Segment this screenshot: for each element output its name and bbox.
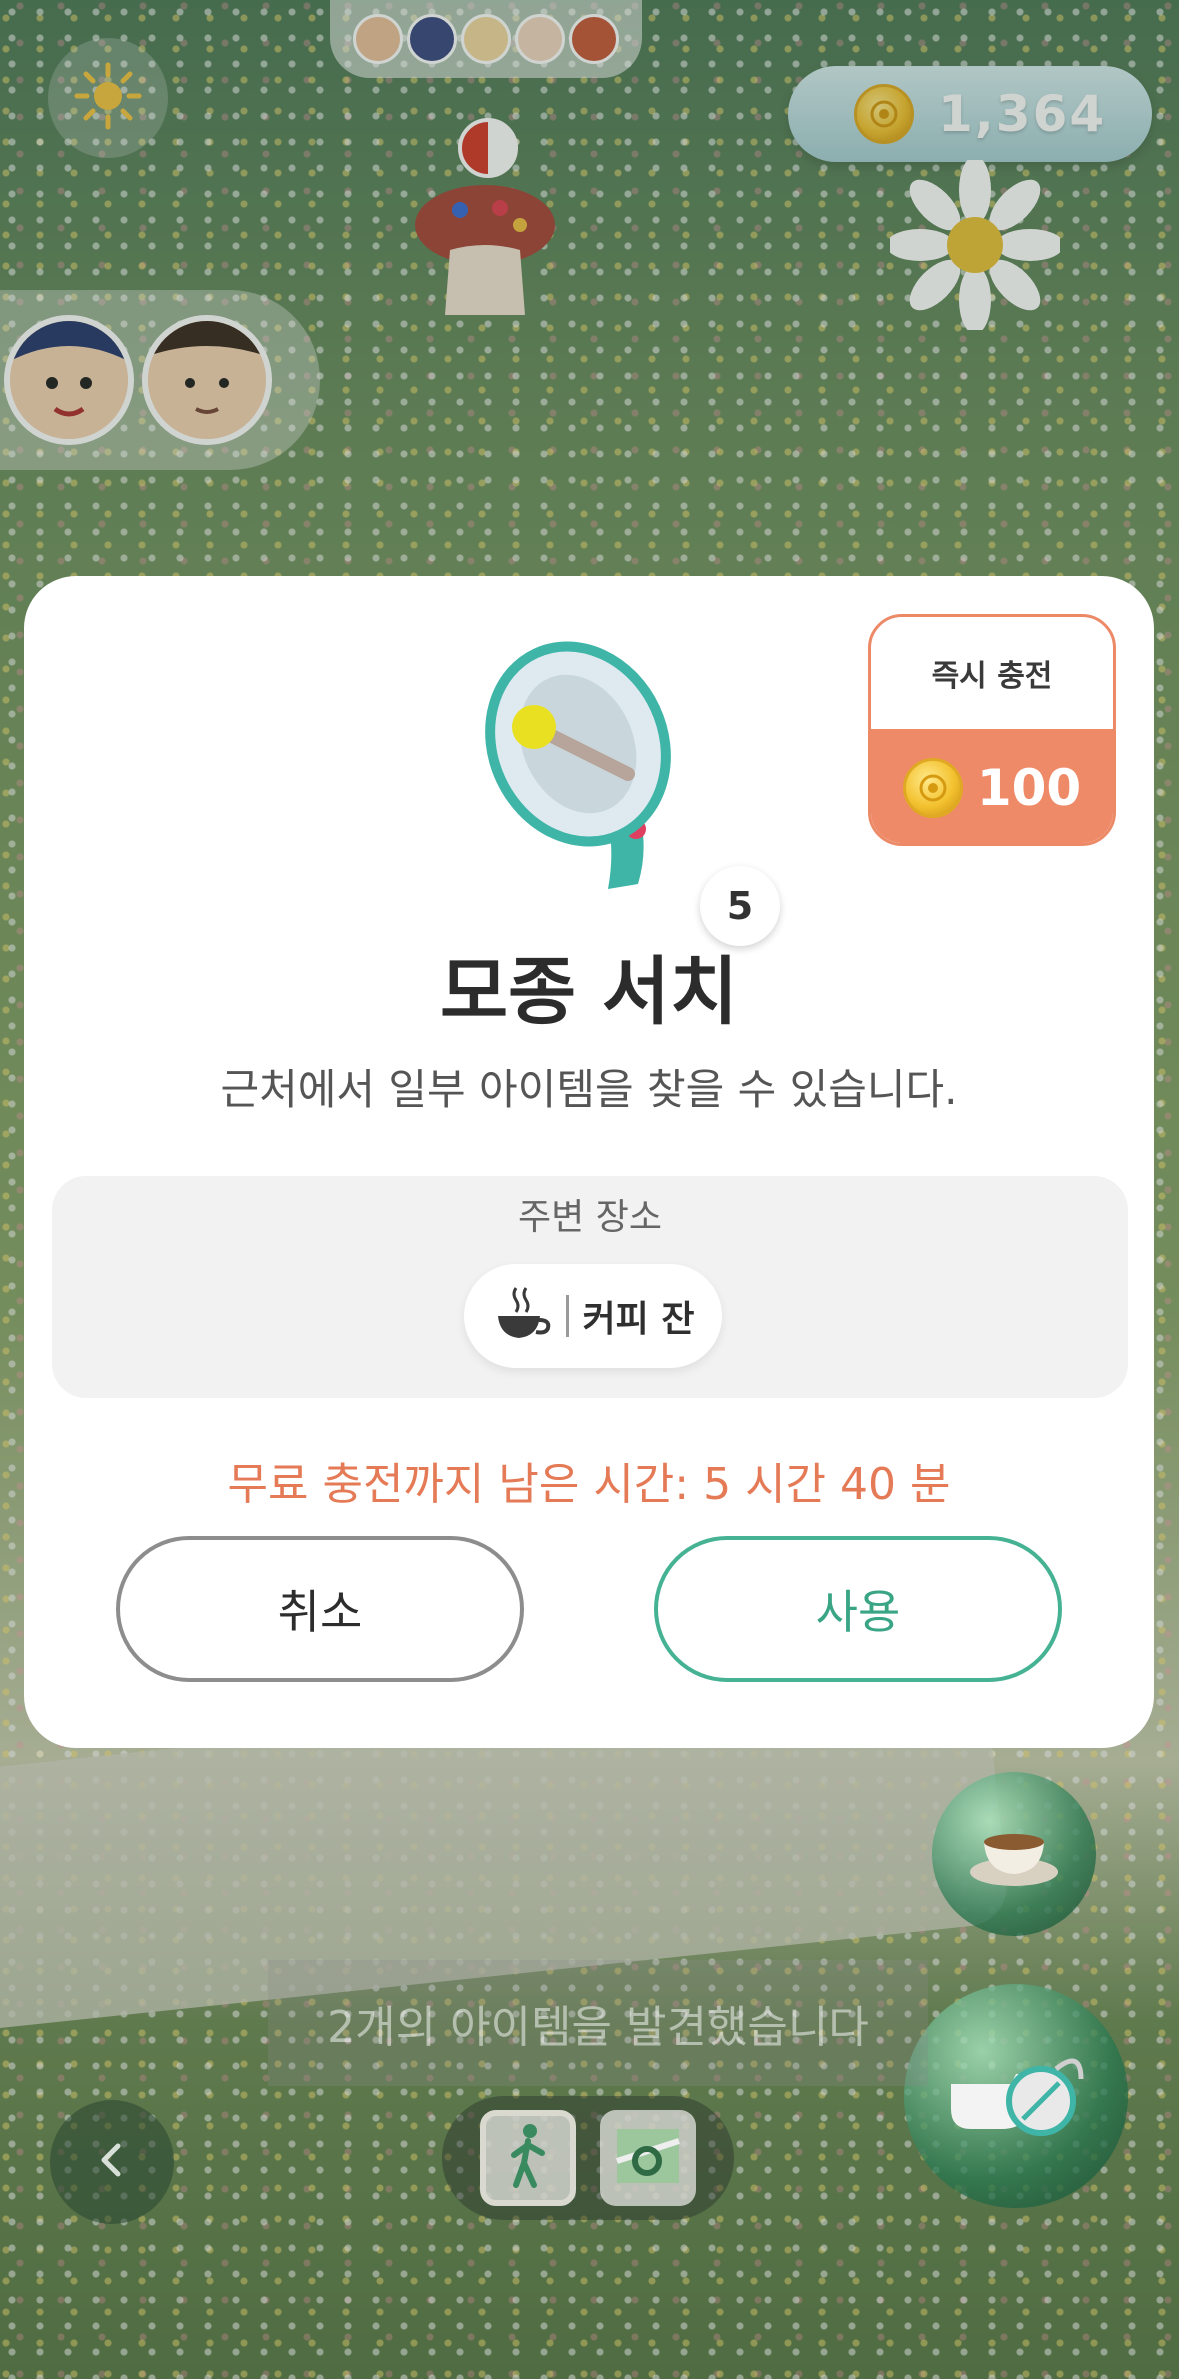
nearby-places-label: 주변 장소 (518, 1197, 662, 1238)
instant-charge-label: 즉시 충전 (931, 659, 1053, 694)
found-items-toast: 2개의 아이템을 발견했습니다 (268, 1960, 928, 2086)
coffee-cup-orb-button[interactable] (932, 1772, 1096, 1936)
instant-charge-button[interactable]: 즉시 충전 100 (868, 614, 1116, 846)
coin-icon (902, 757, 963, 818)
whistle-icon (941, 2039, 1091, 2153)
game-screen: 1,364 즉시 충전 100 5 모종 서치 근처에서 일부 아이템을 찾을 … (0, 0, 1179, 2379)
chevron-left-icon (92, 2140, 132, 2184)
walk-mode-button[interactable] (480, 2110, 576, 2206)
megaphone-icon (478, 634, 698, 894)
dialog-title: 모종 서치 (439, 949, 739, 1035)
map-icon (613, 2121, 683, 2195)
whistle-orb-button[interactable] (904, 1984, 1128, 2208)
coffee-cup-icon (492, 1284, 552, 1348)
nearby-places-panel: 주변 장소 커피 잔 (52, 1176, 1128, 1398)
free-charge-timer: 무료 충전까지 남은 시간: 5 시간 40 분 (227, 1459, 951, 1510)
place-name: 커피 잔 (582, 1299, 695, 1340)
dialog-description: 근처에서 일부 아이템을 찾을 수 있습니다. (220, 1065, 958, 1114)
cancel-button[interactable]: 취소 (116, 1536, 524, 1682)
instant-charge-price-value: 100 (976, 758, 1082, 817)
map-mode-button[interactable] (600, 2110, 696, 2206)
view-mode-bar (442, 2096, 734, 2220)
place-chip-coffee-cup[interactable]: 커피 잔 (464, 1264, 722, 1368)
walking-person-icon (498, 2121, 558, 2195)
chip-divider (565, 1295, 569, 1337)
instant-charge-price: 100 (871, 729, 1113, 843)
back-button[interactable] (50, 2100, 174, 2224)
coffee-cup-icon (964, 1812, 1064, 1896)
item-use-dialog: 즉시 충전 100 5 모종 서치 근처에서 일부 아이템을 찾을 수 있습니다… (24, 576, 1154, 1748)
use-button[interactable]: 사용 (654, 1536, 1062, 1682)
